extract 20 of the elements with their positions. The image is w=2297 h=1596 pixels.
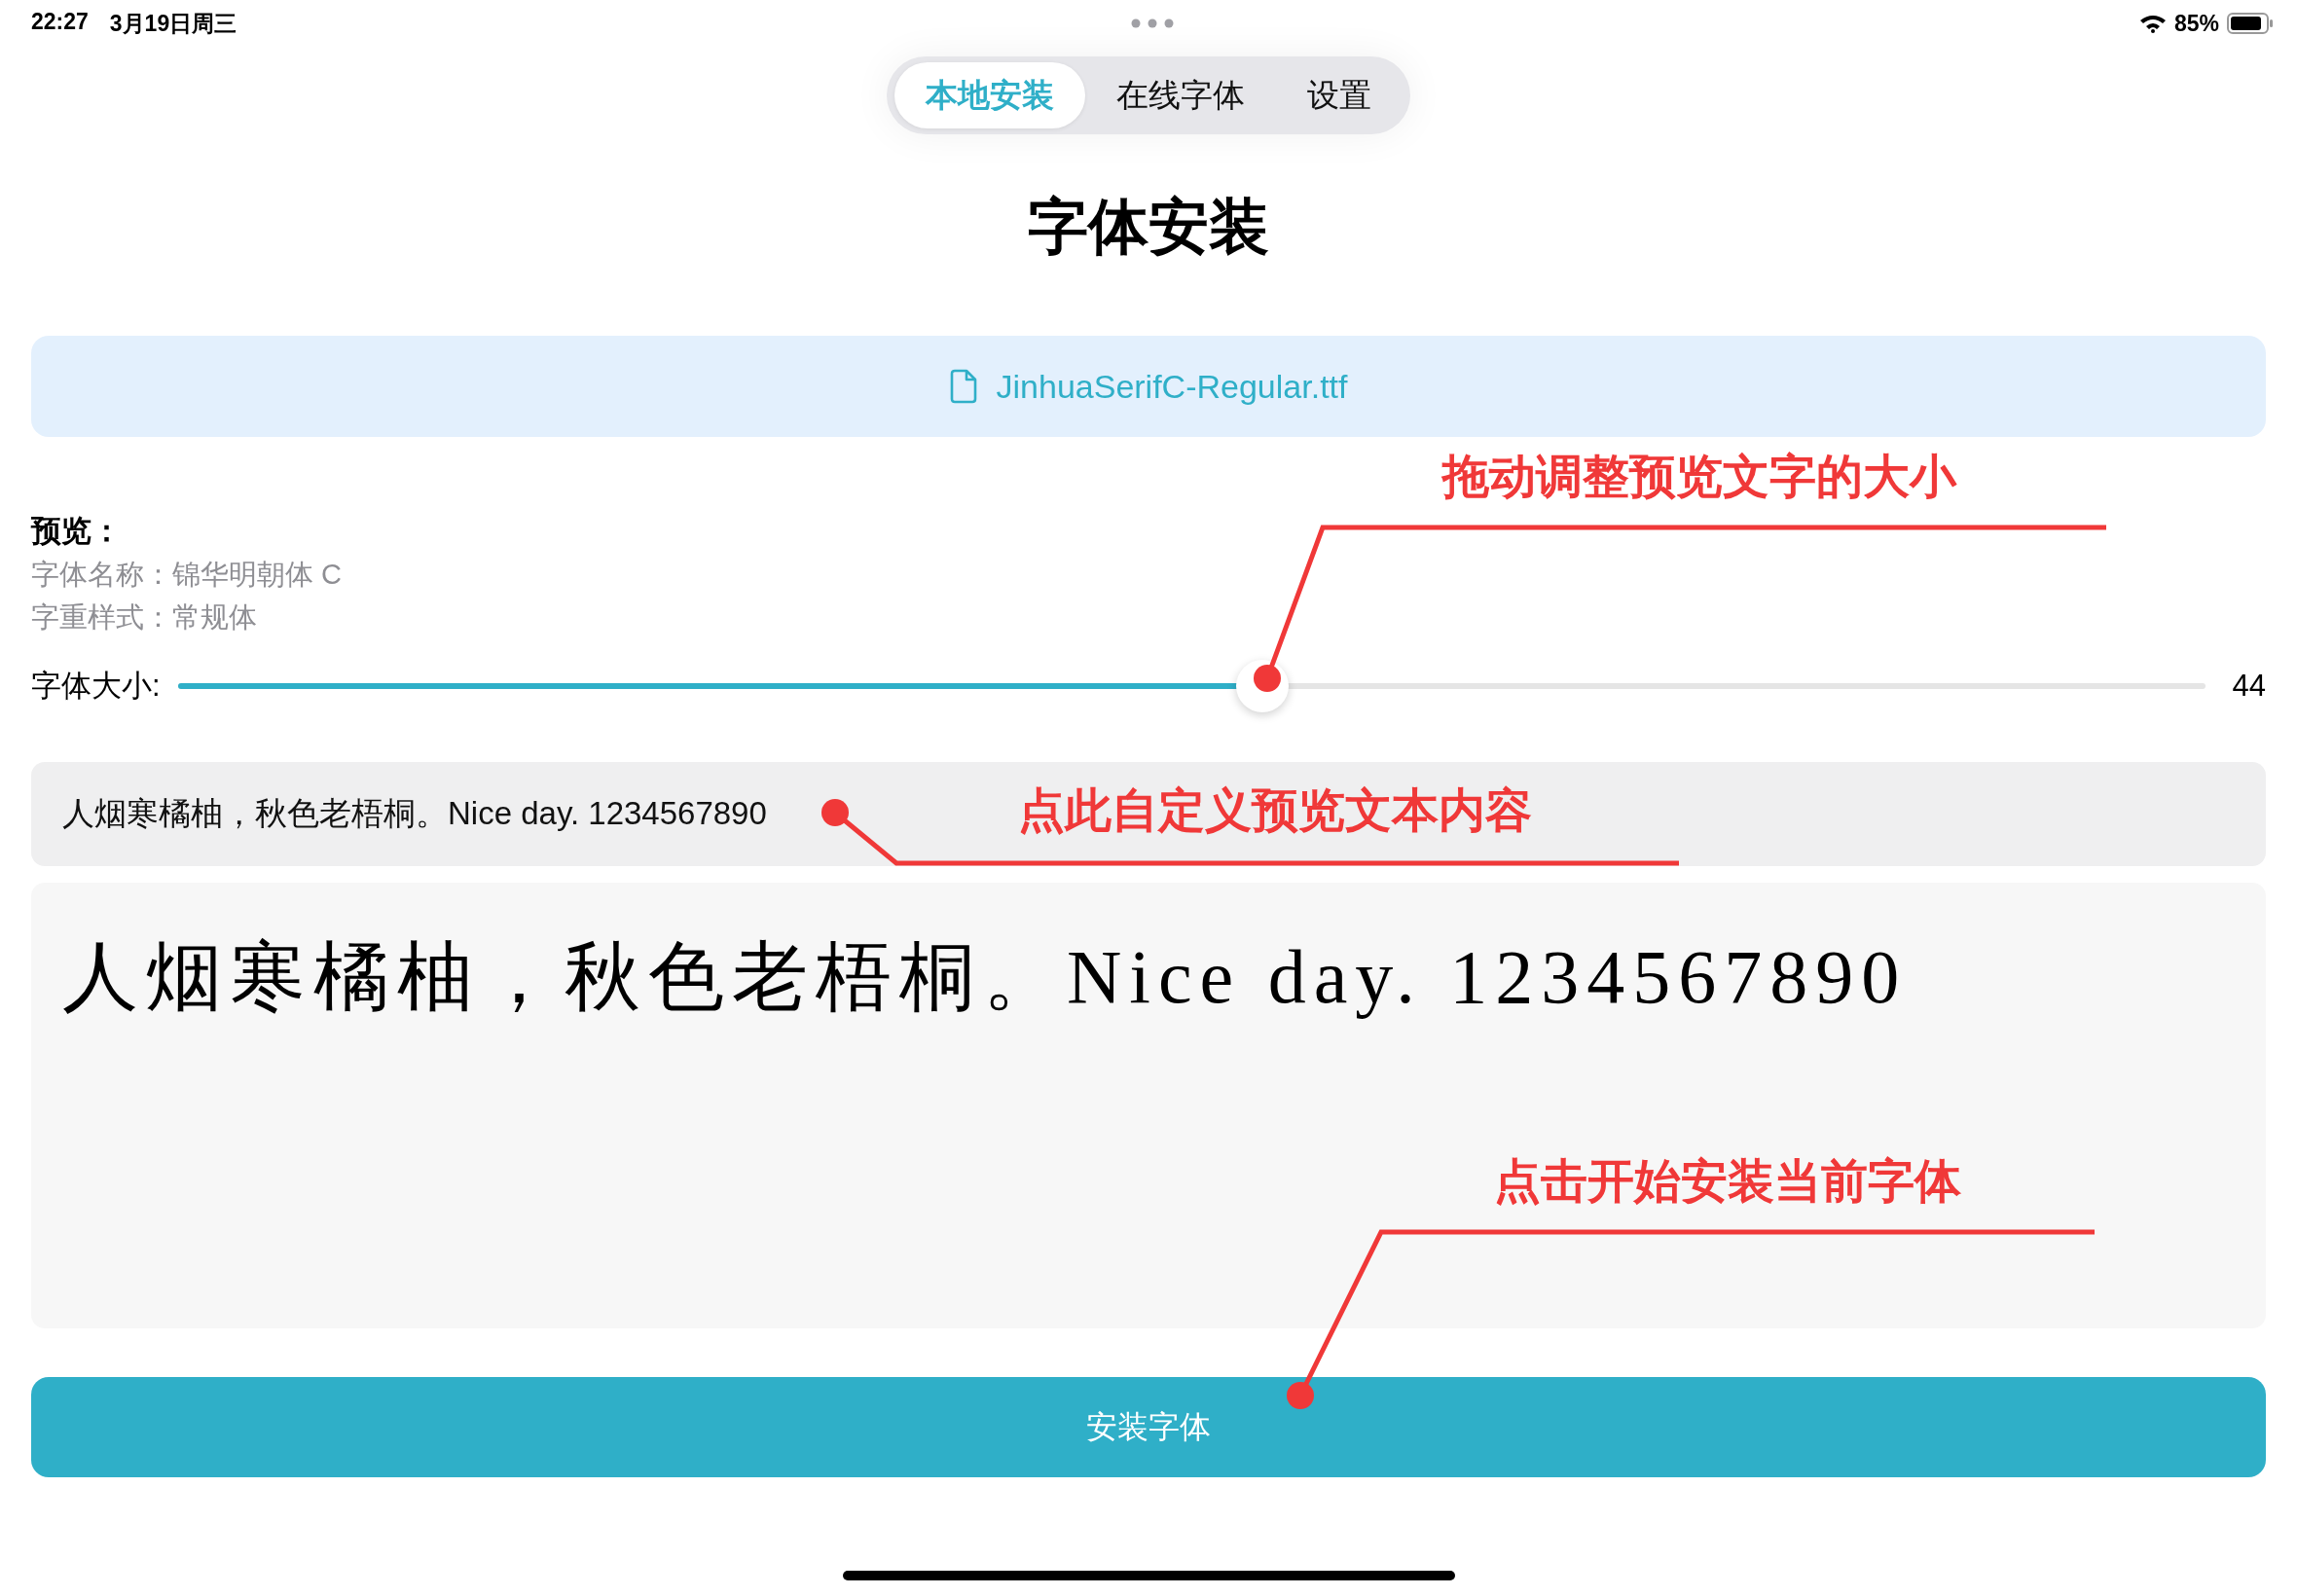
- font-weight-text: 字重样式：常规体: [31, 600, 258, 635]
- wifi-icon: [2138, 14, 2167, 33]
- multitasking-dots-icon[interactable]: [1131, 18, 1174, 28]
- preview-heading: 预览：: [31, 513, 123, 550]
- font-size-value: 44: [2231, 669, 2266, 704]
- battery-icon: [2227, 13, 2274, 34]
- tab[interactable]: 在线字体: [1085, 62, 1276, 128]
- tab[interactable]: 设置: [1276, 62, 1403, 128]
- file-icon: [949, 369, 977, 404]
- status-date: 3月19日周三: [109, 9, 237, 38]
- font-size-slider[interactable]: [177, 660, 2206, 712]
- annotation-text: 点此自定义预览文本内容: [1018, 783, 1532, 838]
- annotation-text: 点击开始安装当前字体: [1494, 1154, 1961, 1209]
- font-size-label: 字体大小:: [31, 668, 161, 705]
- font-preview-text: 人烟寒橘柚，秋色老梧桐。Nice day. 1234567890: [62, 933, 1908, 1021]
- status-time: 22:27: [31, 8, 89, 36]
- font-name-text: 字体名称：锦华明朝体 C: [31, 558, 343, 592]
- annotation-text: 拖动调整预览文字的大小: [1442, 450, 1956, 504]
- battery-percent: 85%: [2173, 10, 2219, 37]
- page-title: 字体安装: [1027, 192, 1270, 262]
